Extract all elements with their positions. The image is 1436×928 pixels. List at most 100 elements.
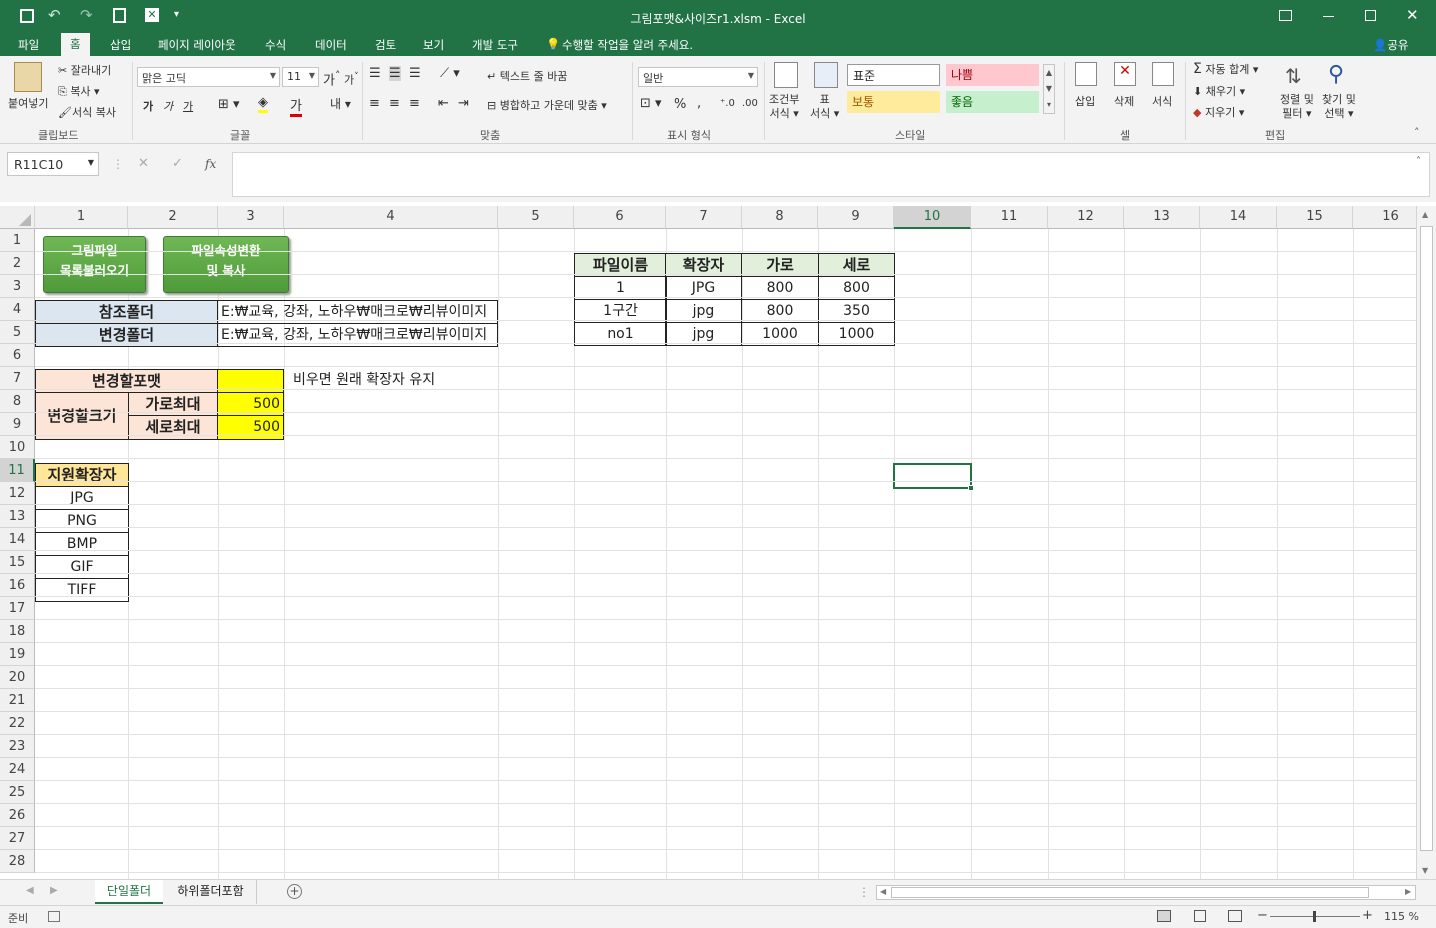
tab-splitter-icon[interactable]: ⋮ (858, 885, 870, 899)
row-header[interactable]: 4 (0, 298, 35, 321)
decrease-indent-icon[interactable]: ⇤ (438, 96, 449, 111)
row-header[interactable]: 21 (0, 689, 35, 712)
row-header[interactable]: 14 (0, 528, 35, 551)
zoom-level[interactable]: 115 % (1384, 910, 1419, 923)
align-right-icon[interactable]: ≡ (409, 96, 420, 111)
wrap-text-button[interactable]: ↵ 텍스트 줄 바꿈 (487, 68, 567, 84)
row-header[interactable]: 13 (0, 505, 35, 528)
insert-cells-icon[interactable] (1075, 62, 1097, 86)
col-header[interactable]: 5 (498, 206, 574, 229)
row-header[interactable]: 8 (0, 390, 35, 413)
col-header[interactable]: 16 (1353, 206, 1416, 229)
collapse-ribbon-icon[interactable]: ˄ (1414, 126, 1420, 139)
tab-page-layout[interactable]: 페이지 레이아웃 (158, 37, 236, 53)
italic-button[interactable]: 가 (163, 98, 173, 114)
macro-record-icon[interactable] (48, 911, 60, 922)
tell-me-input[interactable]: 수행할 작업을 알려 주세요. (562, 37, 693, 53)
active-cell[interactable] (893, 463, 972, 489)
formula-input[interactable] (232, 152, 1430, 197)
row-header[interactable]: 26 (0, 804, 35, 827)
font-name-select[interactable]: 맑은 고딕 ▼ (137, 67, 280, 87)
accounting-icon[interactable]: ⊡ ▾ (640, 96, 662, 111)
insert-cells-button[interactable]: 삽입 (1075, 93, 1095, 109)
fill-color-icon[interactable]: ◈ (258, 95, 268, 113)
sort-filter-button[interactable]: 정렬 및 필터 ▾ (1280, 93, 1314, 121)
row-header[interactable]: 17 (0, 597, 35, 620)
col-header[interactable]: 4 (284, 206, 498, 229)
grow-font-icon[interactable]: 가˄ (323, 69, 340, 88)
align-middle-icon[interactable]: ☰ (389, 66, 401, 81)
row-header[interactable]: 15 (0, 551, 35, 574)
align-bottom-icon[interactable]: ☰ (409, 66, 421, 81)
height-max-label[interactable]: 세로최대 (128, 415, 218, 440)
normal-view-icon[interactable] (1157, 910, 1171, 922)
number-format-select[interactable]: 일반 ▼ (638, 67, 758, 87)
row-header[interactable]: 9 (0, 413, 35, 436)
format-painter-button[interactable]: 🖌서식 복사 (58, 104, 116, 120)
align-top-icon[interactable]: ☰ (369, 66, 381, 81)
fill-handle[interactable] (968, 485, 974, 491)
zoom-slider-thumb[interactable] (1313, 911, 1316, 922)
row-header[interactable]: 16 (0, 574, 35, 597)
row-header[interactable]: 10 (0, 436, 35, 459)
ext-item[interactable]: BMP (35, 532, 129, 556)
row-header[interactable]: 1 (0, 229, 35, 252)
shrink-font-icon[interactable]: 가˅ (344, 71, 359, 88)
row-header[interactable]: 12 (0, 482, 35, 505)
font-size-select[interactable]: 11 ▼ (282, 67, 319, 87)
conditional-format-button[interactable]: 조건부 서식 ▾ (769, 93, 799, 121)
row-header[interactable]: 19 (0, 643, 35, 666)
comma-icon[interactable]: , (697, 96, 701, 111)
scroll-up-icon[interactable]: ▲ (1422, 210, 1428, 219)
fill-button[interactable]: ⬇ 채우기 ▾ (1193, 83, 1245, 99)
scroll-right-icon[interactable]: ▶ (1405, 887, 1411, 896)
sheet-tab-active[interactable]: 단일폴더 (95, 880, 163, 904)
col-header[interactable]: 3 (218, 206, 284, 229)
sheet-tab[interactable]: 하위폴더포함 (165, 880, 257, 904)
col-header-selected[interactable]: 10 (894, 206, 971, 229)
row-header[interactable]: 25 (0, 781, 35, 804)
col-header[interactable]: 11 (971, 206, 1048, 229)
paste-icon[interactable] (14, 62, 42, 92)
page-layout-icon[interactable] (1194, 910, 1206, 922)
row-header[interactable]: 18 (0, 620, 35, 643)
add-sheet-icon[interactable]: + (287, 884, 302, 899)
phonetic-icon[interactable]: 내 ▾ (330, 95, 351, 112)
enter-icon[interactable]: ✓ (172, 156, 183, 171)
increase-indent-icon[interactable]: ⇥ (458, 96, 469, 111)
worksheet-grid[interactable]: 1 2 3 4 5 6 7 8 9 10 11 12 13 14 15 16 1… (0, 206, 1416, 879)
horizontal-scrollbar[interactable]: ◀ ▶ (876, 885, 1416, 900)
share-button[interactable]: 👤공유 (1373, 37, 1409, 53)
styles-more-icon[interactable]: ▲ ▼ ▾ (1043, 64, 1055, 114)
conditional-format-icon[interactable] (774, 62, 798, 88)
align-center-icon[interactable]: ≡ (389, 96, 400, 111)
style-neutral[interactable]: 보통 (847, 91, 940, 113)
ext-item[interactable]: GIF (35, 555, 129, 579)
col-header[interactable]: 15 (1277, 206, 1353, 229)
hscroll-thumb[interactable] (891, 887, 1369, 898)
vertical-scrollbar[interactable]: ▲ ▼ (1416, 206, 1436, 879)
col-header[interactable]: 8 (742, 206, 818, 229)
row-header[interactable]: 6 (0, 344, 35, 367)
tab-review[interactable]: 검토 (375, 37, 396, 53)
insert-function-button[interactable]: fx (205, 157, 216, 171)
underline-button[interactable]: 가 (183, 98, 193, 114)
cut-button[interactable]: ✂ 잘라내기 (58, 62, 111, 78)
next-sheet-icon[interactable]: ▶ (50, 885, 58, 896)
scroll-thumb[interactable] (1420, 226, 1433, 851)
col-header[interactable]: 2 (128, 206, 218, 229)
tab-developer[interactable]: 개발 도구 (472, 37, 518, 53)
select-all[interactable] (0, 206, 35, 229)
decrease-decimal-icon[interactable]: .00 (742, 98, 758, 109)
find-select-button[interactable]: 찾기 및 선택 ▾ (1322, 93, 1356, 121)
format-as-table-icon[interactable] (814, 62, 838, 88)
find-select-icon[interactable]: ⚲ (1328, 62, 1344, 87)
expand-formula-icon[interactable]: ˄ (1416, 156, 1421, 167)
borders-icon[interactable]: ⊞ ▾ (218, 97, 240, 112)
style-normal[interactable]: 표준 (847, 64, 940, 86)
row-header[interactable]: 7 (0, 367, 35, 390)
name-box[interactable]: R11C10 ▼ (7, 152, 99, 176)
col-header[interactable]: 6 (574, 206, 666, 229)
style-good[interactable]: 좋음 (946, 91, 1039, 113)
col-header[interactable]: 9 (818, 206, 894, 229)
